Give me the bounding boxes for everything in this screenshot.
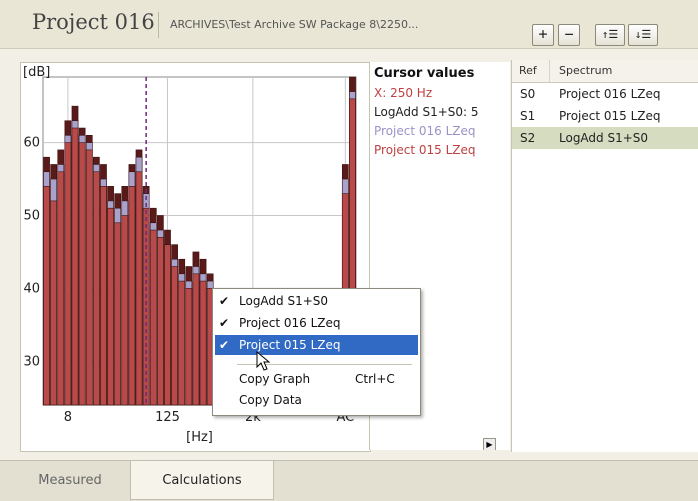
table-row-selected[interactable]: S2 LogAdd S1+S0 <box>512 127 698 149</box>
x-axis-label: [Hz] <box>186 430 213 445</box>
row-spectrum-name: Project 015 LZeq <box>559 109 661 123</box>
scroll-right-arrow-icon[interactable]: ▶ <box>483 438 496 450</box>
bar <box>100 186 107 406</box>
column-divider[interactable] <box>549 60 550 82</box>
bar <box>171 266 178 406</box>
menu-item-project016[interactable]: ✔ Project 016 LZeq <box>215 313 418 333</box>
cursor-logadd-value: LogAdd S1+S0: 5 <box>374 105 479 119</box>
bar <box>128 186 136 406</box>
bar <box>164 244 171 406</box>
cursor-x-value: X: 250 Hz <box>374 86 433 100</box>
table-header: Ref Spectrum <box>512 60 698 83</box>
menu-item-label: Copy Graph <box>239 372 311 386</box>
add-spectrum-button[interactable]: + <box>532 24 554 46</box>
menu-item-logadd[interactable]: ✔ LogAdd S1+S0 <box>215 291 418 311</box>
bar <box>78 142 86 406</box>
bar <box>50 200 58 406</box>
menu-item-label: LogAdd S1+S0 <box>239 294 329 308</box>
column-header-ref[interactable]: Ref <box>519 64 537 77</box>
bar <box>178 280 186 406</box>
bar <box>185 288 193 406</box>
menu-item-label: Project 016 LZeq <box>239 316 341 330</box>
menu-item-label: Copy Data <box>239 393 302 407</box>
archive-path: ARCHIVES\Test Archive SW Package 8\2250.… <box>170 18 419 31</box>
row-spectrum-name: LogAdd S1+S0 <box>559 131 649 145</box>
y-tick-label: 60 <box>23 136 40 151</box>
bar <box>157 237 164 406</box>
row-ref: S2 <box>520 131 536 145</box>
bar <box>92 171 100 406</box>
move-up-button[interactable]: ↑☰ <box>595 24 625 46</box>
bar <box>71 127 79 406</box>
bar <box>142 207 150 406</box>
application-window: Project 016 ARCHIVES\Test Archive SW Pac… <box>0 0 698 501</box>
menu-item-copy-data[interactable]: Copy Data <box>215 390 418 410</box>
checkmark-icon: ✔ <box>219 338 230 352</box>
menu-item-label: Project 015 LZeq <box>239 338 341 352</box>
tab-measured[interactable]: Measured <box>16 461 124 499</box>
y-tick-label: 30 <box>23 354 40 369</box>
bar <box>149 229 157 406</box>
context-menu: ✔ LogAdd S1+S0 ✔ Project 016 LZeq ✔ Proj… <box>212 288 421 416</box>
bar <box>64 142 72 406</box>
checkmark-icon: ✔ <box>219 294 230 308</box>
cursor-values-title: Cursor values <box>374 66 475 81</box>
cursor-project016-value: Project 016 LZeq <box>374 124 476 138</box>
spectrum-table: Ref Spectrum S0 Project 016 LZeq S1 Proj… <box>511 60 698 452</box>
row-ref: S1 <box>520 109 536 123</box>
menu-item-project015[interactable]: ✔ Project 015 LZeq <box>215 335 418 355</box>
bar <box>85 149 93 406</box>
column-header-spectrum[interactable]: Spectrum <box>559 64 612 77</box>
x-tick-label: 125 <box>155 410 180 425</box>
header-bar: Project 016 ARCHIVES\Test Archive SW Pac… <box>0 0 698 49</box>
menu-item-shortcut: Ctrl+C <box>355 372 395 386</box>
remove-spectrum-button[interactable]: − <box>558 24 580 46</box>
bar <box>107 207 114 406</box>
checkmark-icon: ✔ <box>219 316 230 330</box>
tab-bar: Measured Calculations <box>0 460 698 501</box>
cursor-project015-value: Project 015 LZeq <box>374 143 476 157</box>
bar <box>57 171 65 406</box>
bar <box>121 215 129 406</box>
bar <box>192 273 200 406</box>
title-divider <box>158 12 159 38</box>
y-tick-label: 40 <box>23 281 40 296</box>
tab-calculations[interactable]: Calculations <box>130 461 274 500</box>
table-row[interactable]: S1 Project 015 LZeq <box>512 105 698 127</box>
menu-item-copy-graph[interactable]: Copy Graph Ctrl+C <box>215 369 418 389</box>
move-down-button[interactable]: ↓☰ <box>628 24 658 46</box>
row-ref: S0 <box>520 87 536 101</box>
y-axis-label: [dB] <box>23 65 50 80</box>
x-tick-label: 8 <box>64 410 72 425</box>
bar <box>199 280 207 406</box>
mouse-cursor-icon <box>256 351 271 371</box>
y-tick-label: 50 <box>23 208 40 223</box>
bar <box>135 171 143 406</box>
bar <box>114 222 122 406</box>
project-title: Project 016 <box>32 10 155 34</box>
bar <box>43 186 50 406</box>
row-spectrum-name: Project 016 LZeq <box>559 87 661 101</box>
table-row[interactable]: S0 Project 016 LZeq <box>512 83 698 105</box>
